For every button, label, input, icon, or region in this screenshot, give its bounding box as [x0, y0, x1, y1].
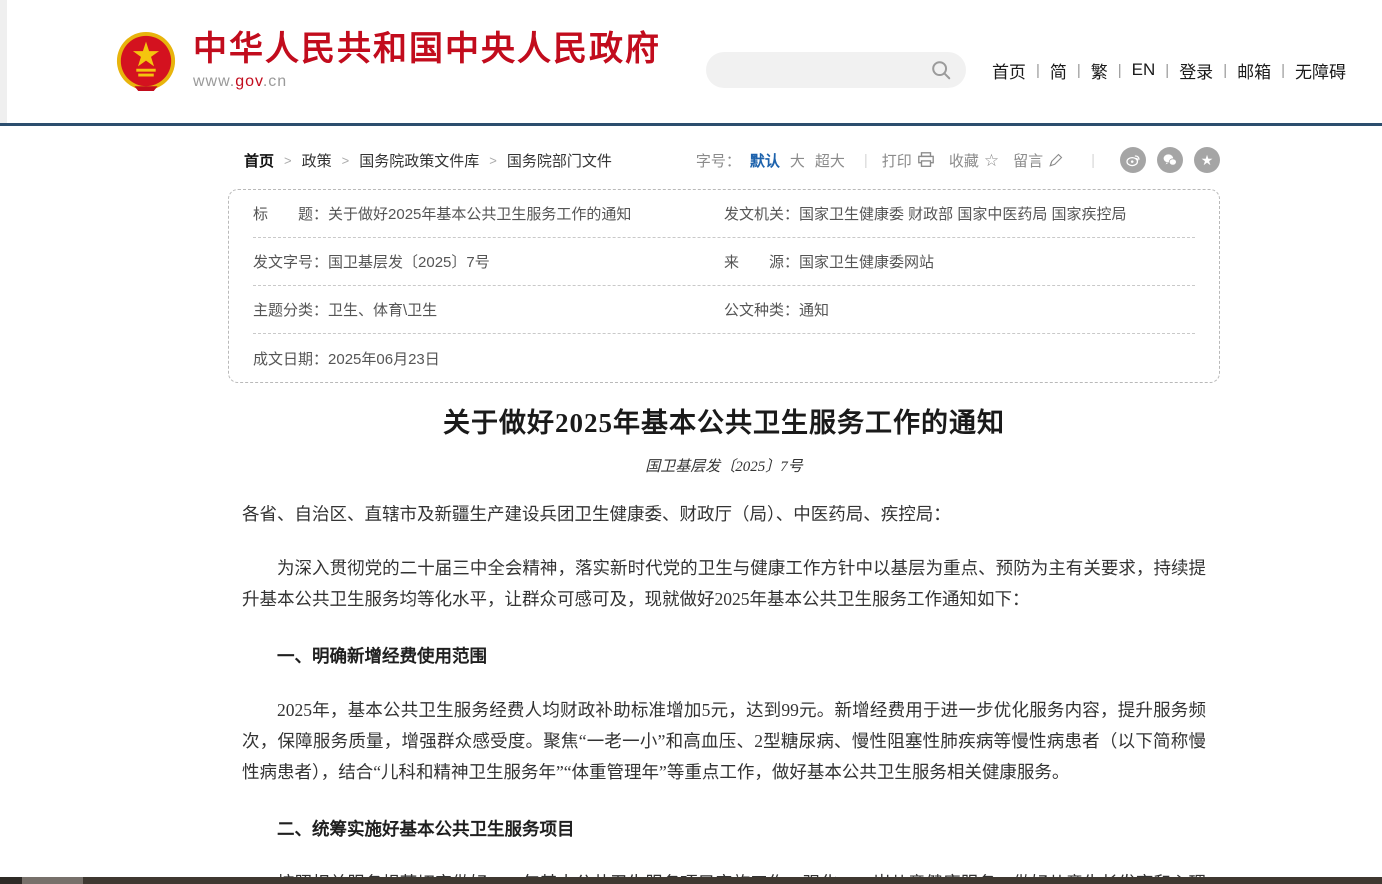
chevron-right-icon: > — [342, 153, 350, 168]
bottom-footer-edge — [0, 877, 1382, 884]
meta-row: 主题分类：卫生、体育\卫生 公文种类：通知 — [253, 286, 1195, 334]
section-heading-1: 一、明确新增经费使用范围 — [242, 641, 1206, 672]
nav-divider: | — [1223, 62, 1227, 79]
toolbar-divider: | — [864, 152, 868, 169]
document-meta-table: 标 题：关于做好2025年基本公共卫生服务工作的通知 发文机关：国家卫生健康委 … — [228, 189, 1220, 383]
nav-divider: | — [1281, 62, 1285, 79]
meta-title-value: 关于做好2025年基本公共卫生服务工作的通知 — [328, 203, 631, 224]
site-url-cn: .cn — [263, 73, 287, 90]
meta-source-label: 来 源： — [724, 251, 799, 272]
top-nav: 首页 | 简 | 繁 | EN | 登录 | 邮箱 | 无障碍 — [992, 58, 1346, 83]
font-size-default-button[interactable]: 默认 — [750, 150, 780, 171]
nav-divider: | — [1036, 62, 1040, 79]
main-content: 首页 > 政策 > 国务院政策文件库 > 国务院部门文件 字号： 默认 大 超大… — [228, 146, 1220, 884]
nav-divider: | — [1077, 62, 1081, 79]
site-title: 中华人民共和国中央人民政府 — [193, 31, 661, 68]
article-toolbar: 字号： 默认 大 超大 | 打印 收藏 ☆ 留言 — [696, 147, 1220, 173]
star-outline-icon: ☆ — [984, 152, 999, 169]
paragraph-salutation: 各省、自治区、直辖市及新疆生产建设兵团卫生健康委、财政厅（局）、中医药局、疾控局… — [242, 499, 1206, 530]
print-label: 打印 — [882, 150, 912, 171]
search-box[interactable] — [706, 52, 966, 88]
nav-divider: | — [1118, 62, 1122, 79]
meta-category-label: 主题分类： — [253, 299, 328, 320]
toolbar-divider: | — [1091, 152, 1095, 169]
nav-traditional[interactable]: 繁 — [1091, 58, 1108, 83]
comment-button[interactable]: 留言 — [1013, 150, 1063, 171]
print-button[interactable]: 打印 — [882, 150, 935, 171]
meta-issuer-value: 国家卫生健康委 财政部 国家中医药局 国家疾控局 — [799, 203, 1127, 224]
meta-date-value: 2025年06月23日 — [328, 348, 440, 369]
breadcrumb-department-docs[interactable]: 国务院部门文件 — [507, 150, 612, 171]
breadcrumb-home[interactable]: 首页 — [244, 150, 274, 171]
nav-login[interactable]: 登录 — [1179, 58, 1213, 83]
site-url-gov: gov — [235, 73, 263, 90]
font-size-label: 字号： — [696, 150, 741, 171]
nav-english[interactable]: EN — [1132, 60, 1156, 80]
breadcrumb: 首页 > 政策 > 国务院政策文件库 > 国务院部门文件 — [228, 150, 622, 171]
breadcrumb-policy-library[interactable]: 国务院政策文件库 — [359, 150, 479, 171]
weibo-icon — [1125, 152, 1141, 168]
favorite-button[interactable]: 收藏 ☆ — [949, 150, 999, 171]
chevron-right-icon: > — [489, 153, 497, 168]
paragraph-section-1: 2025年，基本公共卫生服务经费人均财政补助标准增加5元，达到99元。新增经费用… — [242, 695, 1206, 788]
page-edge-strip — [0, 0, 7, 123]
meta-title-label: 标 题： — [253, 203, 328, 224]
meta-issuer-label: 发文机关： — [724, 203, 799, 224]
meta-date-label: 成文日期： — [253, 348, 328, 369]
nav-accessibility[interactable]: 无障碍 — [1295, 58, 1346, 83]
comment-label: 留言 — [1013, 150, 1043, 171]
qzone-star-icon: ★ — [1201, 153, 1214, 167]
meta-docnum-label: 发文字号： — [253, 251, 328, 272]
breadcrumb-policy[interactable]: 政策 — [302, 150, 332, 171]
search-input[interactable] — [722, 52, 922, 88]
wechat-share-button[interactable] — [1157, 147, 1183, 173]
site-header: 中华人民共和国中央人民政府 www.gov.cn 首页 | 简 | 繁 | EN | 登… — [0, 0, 1382, 126]
meta-category-value: 卫生、体育\卫生 — [328, 299, 437, 320]
national-emblem-logo — [115, 30, 177, 92]
site-url: www.gov.cn — [193, 73, 661, 91]
nav-home[interactable]: 首页 — [992, 58, 1026, 83]
font-size-xlarge-button[interactable]: 超大 — [815, 150, 845, 171]
pencil-icon — [1048, 153, 1063, 168]
bottom-bar-cap — [0, 877, 22, 884]
font-size-large-button[interactable]: 大 — [790, 150, 805, 171]
meta-doctype-value: 通知 — [799, 299, 829, 320]
nav-mail[interactable]: 邮箱 — [1237, 58, 1271, 83]
printer-icon — [917, 151, 935, 169]
document-title: 关于做好2025年基本公共卫生服务工作的通知 — [242, 401, 1206, 440]
nav-divider: | — [1165, 62, 1169, 79]
meta-row: 标 题：关于做好2025年基本公共卫生服务工作的通知 发文机关：国家卫生健康委 … — [253, 190, 1195, 238]
meta-row: 发文字号：国卫基层发〔2025〕7号 来 源：国家卫生健康委网站 — [253, 238, 1195, 286]
weibo-share-button[interactable] — [1120, 147, 1146, 173]
meta-source-value: 国家卫生健康委网站 — [799, 251, 934, 272]
nav-simplified[interactable]: 简 — [1050, 58, 1067, 83]
document-number: 国卫基层发〔2025〕7号 — [242, 455, 1206, 476]
qzone-share-button[interactable]: ★ — [1194, 147, 1220, 173]
horizontal-scrollbar-thumb[interactable] — [22, 877, 83, 884]
section-heading-2: 二、统筹实施好基本公共卫生服务项目 — [242, 814, 1206, 845]
favorite-label: 收藏 — [949, 150, 979, 171]
search-icon[interactable] — [930, 59, 952, 81]
paragraph-intro: 为深入贯彻党的二十届三中全会精神，落实新时代党的卫生与健康工作方针中以基层为重点… — [242, 553, 1206, 615]
meta-row: 成文日期：2025年06月23日 — [253, 334, 1195, 382]
chevron-right-icon: > — [284, 153, 292, 168]
meta-doctype-label: 公文种类： — [724, 299, 799, 320]
meta-docnum-value: 国卫基层发〔2025〕7号 — [328, 251, 490, 272]
site-url-www: www. — [193, 73, 235, 90]
wechat-icon — [1162, 152, 1178, 168]
article-body: 关于做好2025年基本公共卫生服务工作的通知 国卫基层发〔2025〕7号 各省、… — [228, 401, 1220, 884]
